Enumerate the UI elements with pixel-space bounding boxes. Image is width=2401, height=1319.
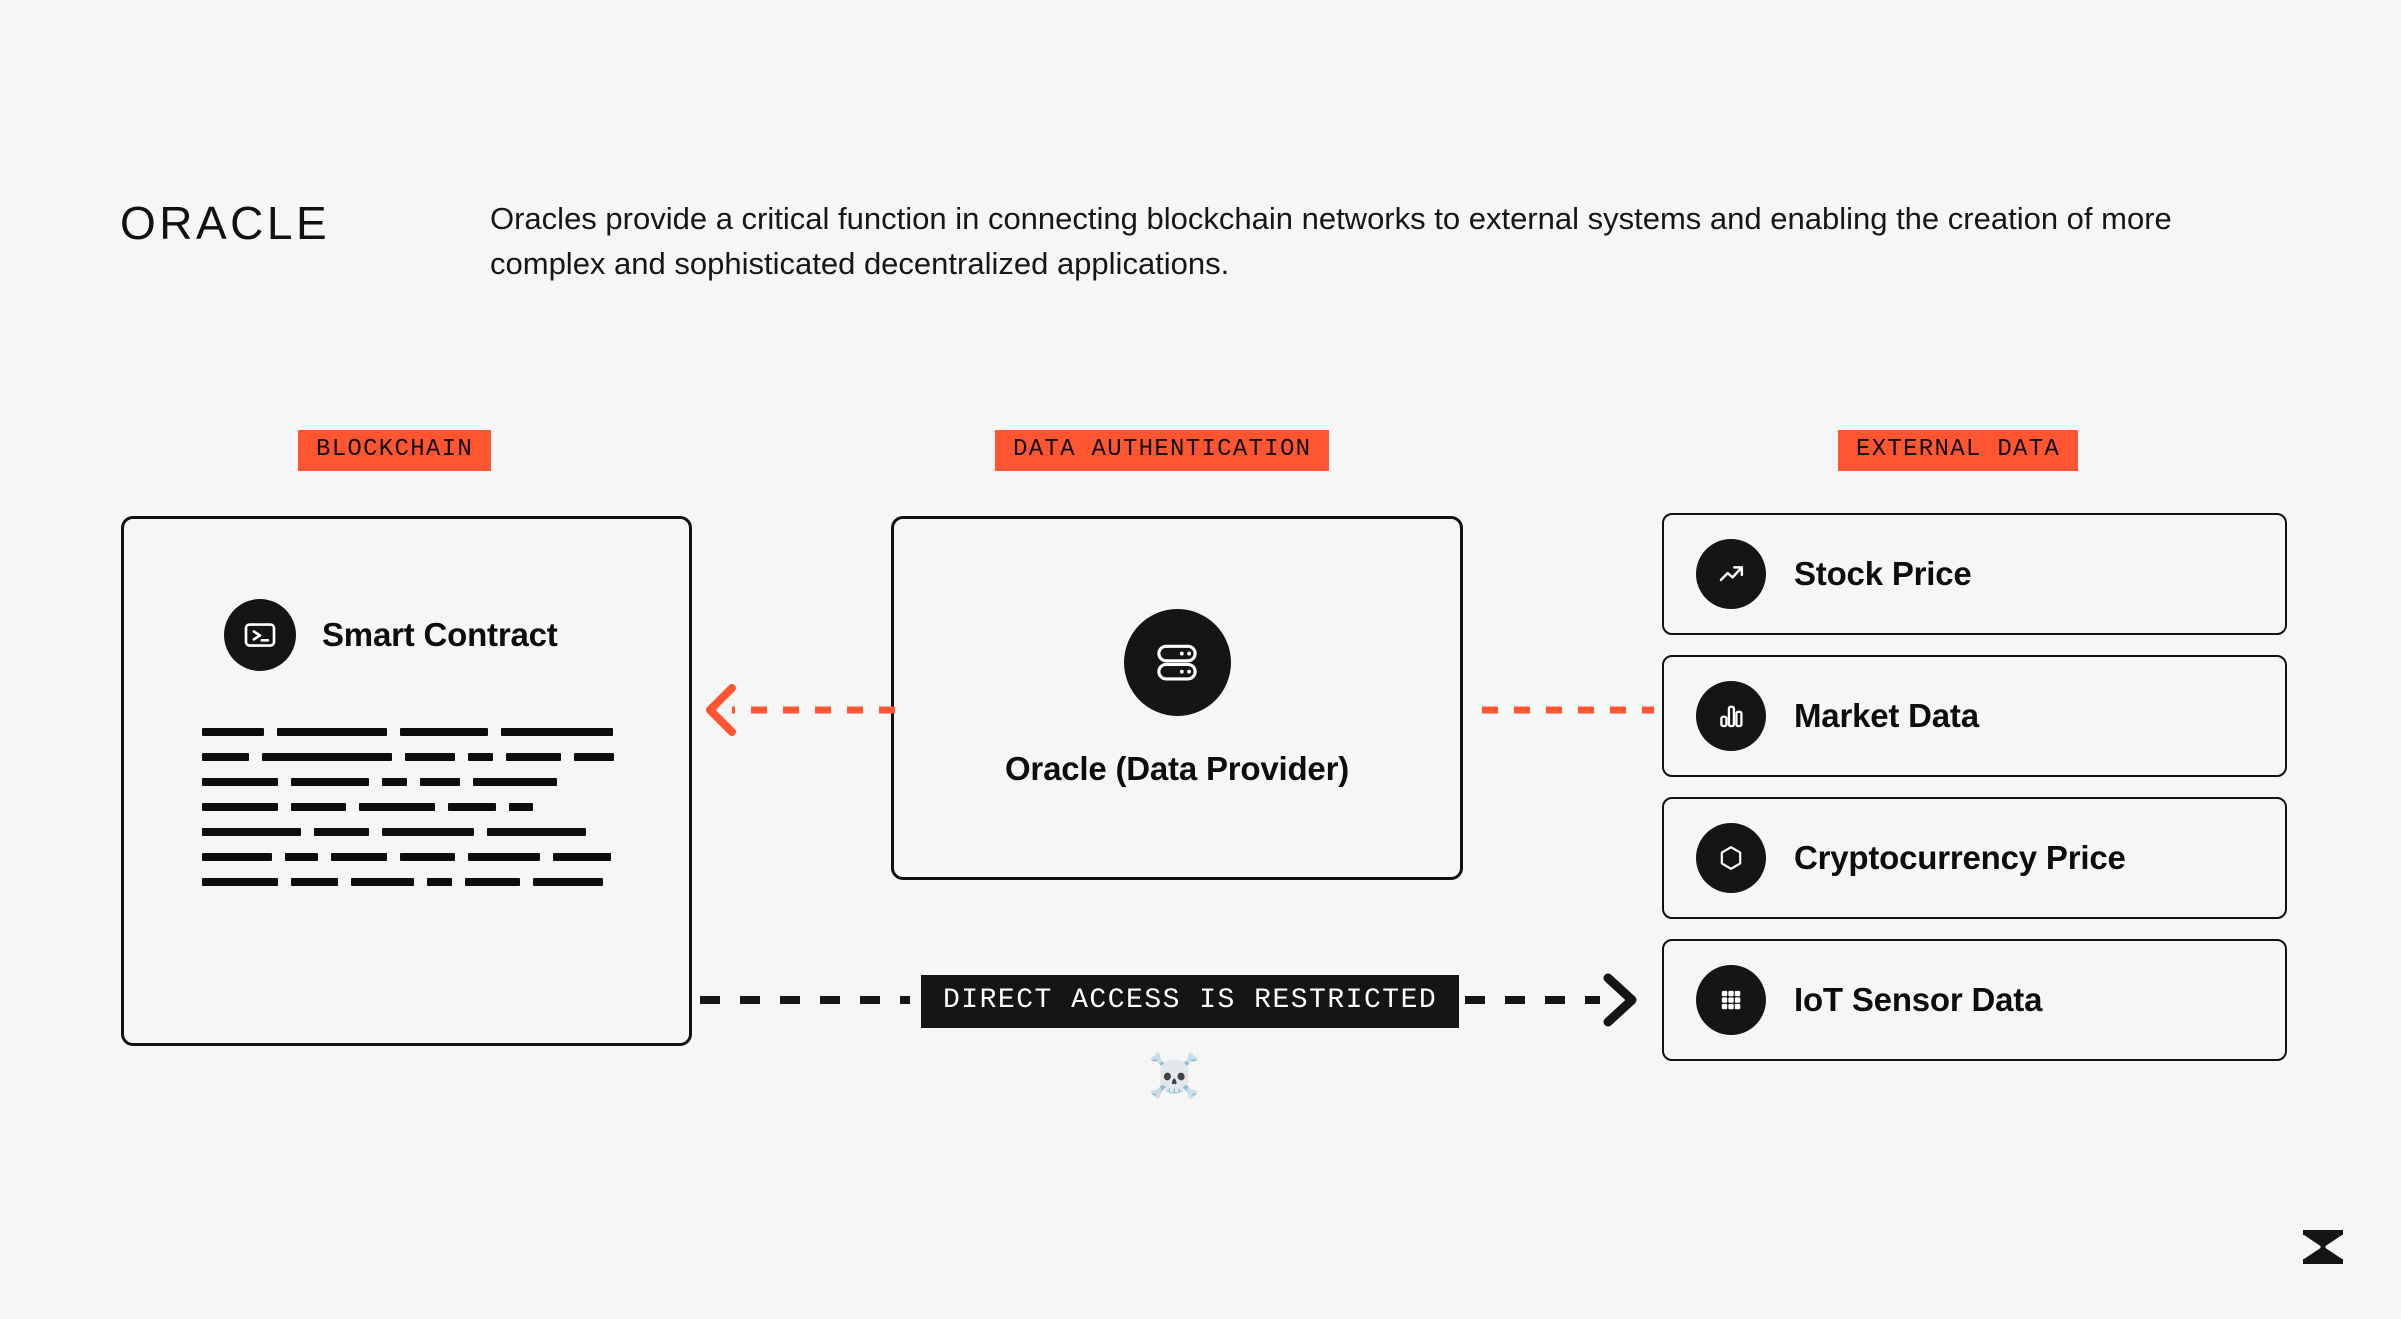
server-icon [1123, 608, 1231, 716]
code-token [533, 877, 603, 886]
page-description: Oracles provide a critical function in c… [490, 201, 2172, 281]
skull-icon: ☠️ [1148, 1052, 1201, 1099]
code-token [291, 802, 346, 811]
code-token [405, 752, 455, 761]
code-token [465, 877, 520, 886]
code-token [285, 852, 318, 861]
code-line [202, 869, 622, 894]
terminal-icon [224, 599, 296, 671]
oracle-panel: Oracle (Data Provider) [891, 516, 1463, 880]
diagram-canvas: ORACLE Oracles provide a critical functi… [0, 0, 2401, 1319]
code-token [331, 852, 387, 861]
code-line [202, 769, 622, 794]
code-line [202, 744, 622, 769]
code-token [400, 852, 455, 861]
external-data-item-cryptocurrency-price[interactable]: Cryptocurrency Price [1662, 797, 2287, 919]
code-token [553, 852, 611, 861]
code-token [501, 727, 613, 736]
smart-contract-node: Smart Contract [224, 599, 558, 671]
code-token [202, 752, 249, 761]
code-line [202, 819, 622, 844]
external-data-item-label: Stock Price [1794, 555, 1972, 592]
code-token [468, 752, 493, 761]
smart-contract-label: Smart Contract [322, 616, 558, 653]
code-token [382, 777, 407, 786]
code-token [487, 827, 586, 836]
external-data-item-label: Market Data [1794, 697, 1979, 734]
trending-up-icon [1696, 539, 1766, 609]
external-data-item-label: Cryptocurrency Price [1794, 839, 2126, 876]
external-data-item-label: IoT Sensor Data [1794, 981, 2043, 1018]
bar-chart-icon [1696, 681, 1766, 751]
code-token [202, 852, 272, 861]
code-token [351, 877, 414, 886]
column-tag-blockchain: BLOCKCHAIN [298, 430, 492, 471]
code-token [382, 827, 474, 836]
code-token [448, 802, 496, 811]
oracle-label: Oracle (Data Provider) [1004, 749, 1350, 787]
column-tag-data-authentication: DATA AUTHENTICATION [995, 430, 1330, 471]
brand-logo-icon [2303, 1230, 2343, 1264]
dashed-line-icon [1482, 706, 1654, 714]
code-token [506, 752, 561, 761]
code-token [473, 777, 557, 786]
restricted-access-banner: DIRECT ACCESS IS RESTRICTED [921, 975, 1460, 1028]
code-token [262, 752, 392, 761]
code-line [202, 844, 622, 869]
page-title: ORACLE [120, 197, 331, 249]
code-token [202, 777, 278, 786]
code-line [202, 719, 622, 744]
code-token [277, 727, 387, 736]
code-token [291, 877, 338, 886]
code-line [202, 794, 622, 819]
code-token [468, 852, 540, 861]
hexagon-icon [1696, 823, 1766, 893]
dashed-arrow-left-icon [706, 684, 895, 736]
code-token [291, 777, 369, 786]
column-tag-external-data: EXTERNAL DATA [1838, 430, 2079, 471]
code-token [202, 802, 278, 811]
code-token [202, 727, 264, 736]
code-token [400, 727, 488, 736]
code-token [202, 877, 278, 886]
code-token [314, 827, 369, 836]
code-token [420, 777, 460, 786]
code-block-illustration [202, 719, 622, 894]
external-data-list: Stock Price Market Data Cryptocurrency P… [1662, 513, 2287, 1061]
external-data-item-stock-price[interactable]: Stock Price [1662, 513, 2287, 635]
grid-dots-icon [1696, 965, 1766, 1035]
blockchain-panel: Smart Contract [121, 516, 692, 1046]
code-token [574, 752, 614, 761]
code-token [359, 802, 435, 811]
code-token [202, 827, 301, 836]
external-data-item-market-data[interactable]: Market Data [1662, 655, 2287, 777]
external-data-item-iot-sensor-data[interactable]: IoT Sensor Data [1662, 939, 2287, 1061]
code-token [509, 802, 533, 811]
code-token [427, 877, 452, 886]
